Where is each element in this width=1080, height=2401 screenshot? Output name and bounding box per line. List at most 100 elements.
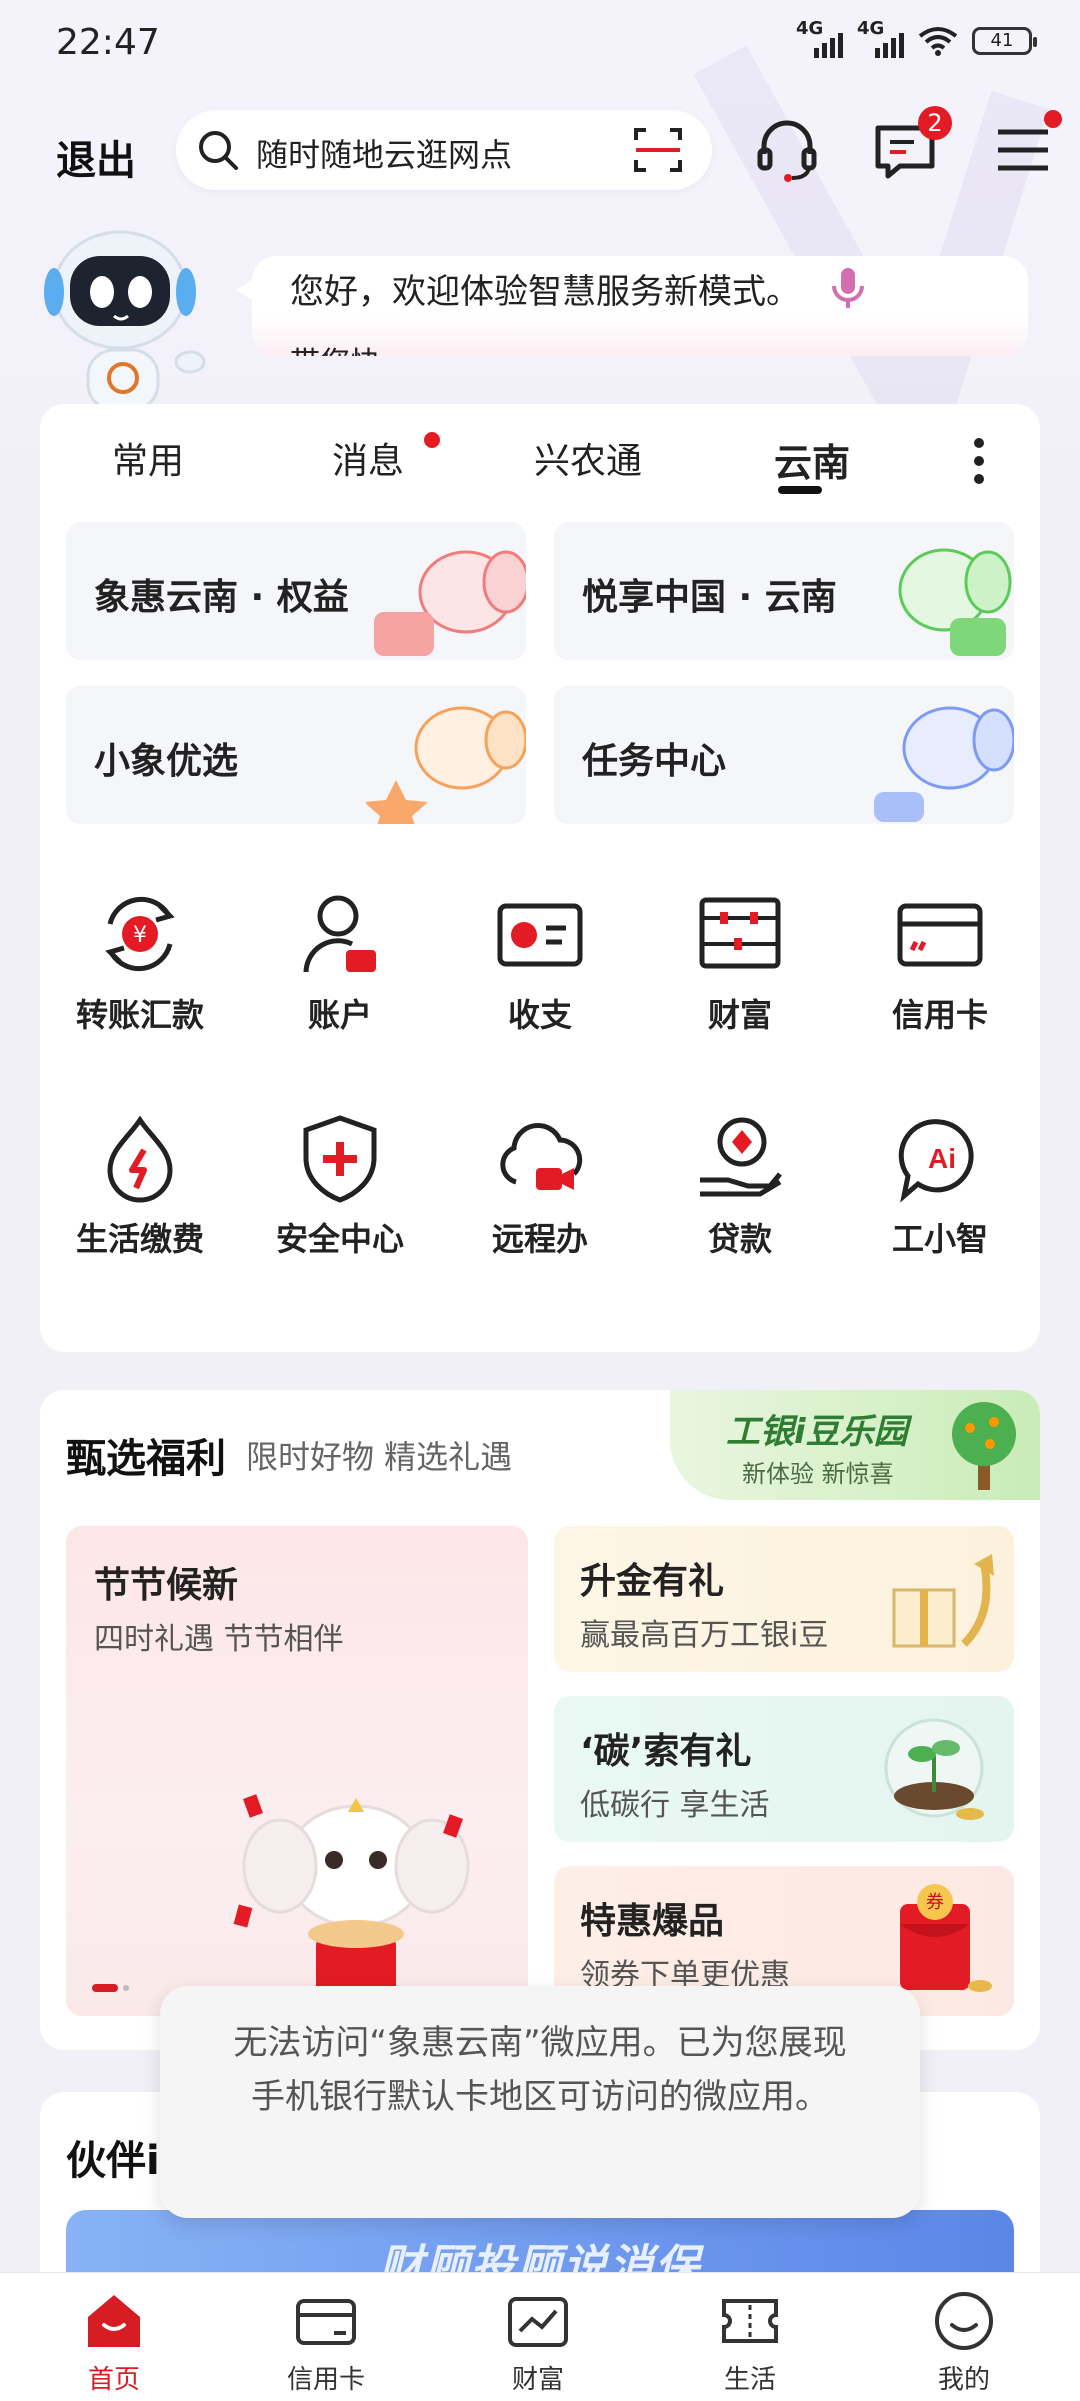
status-time: 22:47 [56,22,160,63]
svg-text:券: 券 [926,1892,944,1913]
grid-loan[interactable]: 贷款 [640,1108,840,1278]
network-type-label: 4G [796,18,824,39]
assistant-robot-avatar[interactable] [40,212,230,412]
tab-yunnan[interactable]: 云南 [774,432,850,487]
promo-xiaoxiang-select[interactable]: 小象优选 [66,686,526,824]
partner-title: 伙伴i [66,2138,160,2184]
assistant-speech-bubble[interactable]: 您好，欢迎体验智慧服务新模式。 带您快 [252,256,1028,356]
message-badge: 2 [918,106,952,140]
grid-transfer[interactable]: ¥ 转账汇款 [40,884,240,1054]
tab-common[interactable]: 常用 [112,432,184,484]
grid-ai-assistant[interactable]: Ai 工小智 [840,1108,1040,1278]
nav-label: 生活 [723,2365,776,2395]
promo-task-center[interactable]: 任务中心 [554,686,1014,824]
elephant-mascot-icon [374,550,526,656]
status-icons: 4G 4G 41 [796,18,1037,58]
grid-label: 财富 [707,996,772,1034]
assistant-greeting: 您好，欢迎体验智慧服务新模式。 [290,272,800,312]
loan-icon [700,1117,782,1197]
tile-title: ‘碳’索有礼 [580,1731,752,1772]
grid-label: 账户 [307,996,372,1034]
tile-shengjin-youli[interactable]: 升金有礼 赢最高百万工银i豆 [554,1526,1014,1672]
messages-tab-dot [424,432,440,448]
credit-card-icon [296,2299,356,2345]
nav-label: 我的 [937,2365,990,2395]
garden-subtitle: 新体验 新惊喜 [742,1460,894,1488]
tree-icon [952,1402,1016,1490]
nav-mine[interactable]: 我的 [884,2289,1044,2396]
search-icon [199,131,238,170]
nav-label: 信用卡 [286,2365,365,2395]
transfer-icon: ¥ [105,896,175,972]
search-bar[interactable]: 随时随地云逛网点 [176,110,712,190]
exit-button[interactable]: 退出 [56,128,136,186]
welfare-card: 甄选福利 限时好物 精选礼遇 工银i豆乐园 新体验 新惊喜 节节候新 四时礼遇 … [40,1390,1040,2050]
service-card: 常用 消息 兴农通 云南 象惠云南 · 权益 悦享中国 · 云南 小象优选 任务… [40,404,1040,1352]
grid-label: 生活缴费 [75,1220,204,1258]
tile-subtitle: 赢最高百万工银i豆 [580,1618,829,1653]
promo-label: 悦享中国 · 云南 [582,577,837,618]
search-placeholder: 随时随地云逛网点 [256,136,513,174]
income-expense-icon [497,903,583,967]
tile-jiejie-houxin[interactable]: 节节候新 四时礼遇 节节相伴 [66,1526,528,2016]
grid-credit-card[interactable]: 信用卡 [840,884,1040,1054]
wealth-chart-icon [508,2297,568,2347]
tab-bar: 常用 消息 兴农通 云南 [40,404,1040,512]
home-icon [88,2295,140,2347]
more-tabs-icon[interactable] [974,438,986,492]
elephant-mascot-icon [874,706,1014,822]
promo-xianghui-yunnan[interactable]: 象惠云南 · 权益 [66,522,526,660]
plant-globe-icon [884,1718,984,1820]
grid-income-expense[interactable]: 收支 [440,884,640,1054]
status-bar: 22:47 4G 4G 41 [0,0,1080,90]
bill-payment-icon [107,1115,173,1203]
customer-service-icon[interactable] [752,114,822,184]
tile-title: 特惠爆品 [580,1901,725,1942]
wealth-icon [699,897,781,969]
background-decoration [693,45,1049,450]
grid-wealth[interactable]: 财富 [640,884,840,1054]
grid-security-center[interactable]: 安全中心 [240,1108,440,1278]
welfare-title: 甄选福利 [66,1436,226,1482]
elephant-mascot-icon [233,1794,470,2006]
credit-card-icon [897,903,983,967]
tab-xingnongtong[interactable]: 兴农通 [534,432,642,484]
welfare-subtitle: 限时好物 精选礼遇 [246,1438,513,1476]
grid-label: 工小智 [891,1220,988,1258]
profile-face-icon [935,2292,993,2350]
tab-messages[interactable]: 消息 [332,432,404,484]
grid-account[interactable]: 账户 [240,884,440,1054]
assistant-second-line: 带您快 [290,338,380,356]
nav-life[interactable]: 生活 [670,2289,830,2396]
remote-service-icon [500,1122,583,1190]
scan-icon[interactable] [632,124,684,176]
account-icon [303,895,376,973]
microphone-icon[interactable] [828,266,868,310]
svg-text:¥: ¥ [133,923,147,948]
idou-garden-banner[interactable]: 工银i豆乐园 新体验 新惊喜 [670,1390,1040,1500]
nav-home[interactable]: 首页 [34,2289,194,2396]
cellular-signal-icon: 4G [796,18,843,58]
nav-credit-card[interactable]: 信用卡 [246,2289,406,2396]
promo-label: 象惠云南 · 权益 [94,577,349,618]
gift-box-icon [892,1554,994,1648]
tile-tansuo-youli[interactable]: ‘碳’索有礼 低碳行 享生活 [554,1696,1014,1842]
cellular-signal-icon: 4G [857,18,904,58]
red-envelope-icon: 券 [900,1884,992,1992]
promo-yuexiang-china[interactable]: 悦享中国 · 云南 [554,522,1014,660]
grid-label: 收支 [507,996,572,1034]
nav-wealth[interactable]: 财富 [458,2289,618,2396]
grid-label: 信用卡 [891,996,988,1034]
ticket-icon [722,2299,778,2343]
grid-bill-payment[interactable]: 生活缴费 [40,1108,240,1278]
grid-remote-service[interactable]: 远程办 [440,1108,640,1278]
menu-notification-dot [1044,110,1062,128]
network-type-label: 4G [857,18,885,39]
elephant-mascot-icon [366,706,526,824]
svg-text:Ai: Ai [928,1143,956,1174]
top-header: 退出 随时随地云逛网点 2 [0,106,1080,200]
promo-label: 任务中心 [582,741,727,782]
grid-label: 安全中心 [275,1220,404,1258]
garden-title: 工银i豆乐园 [726,1412,908,1452]
tile-title: 升金有礼 [580,1561,725,1602]
